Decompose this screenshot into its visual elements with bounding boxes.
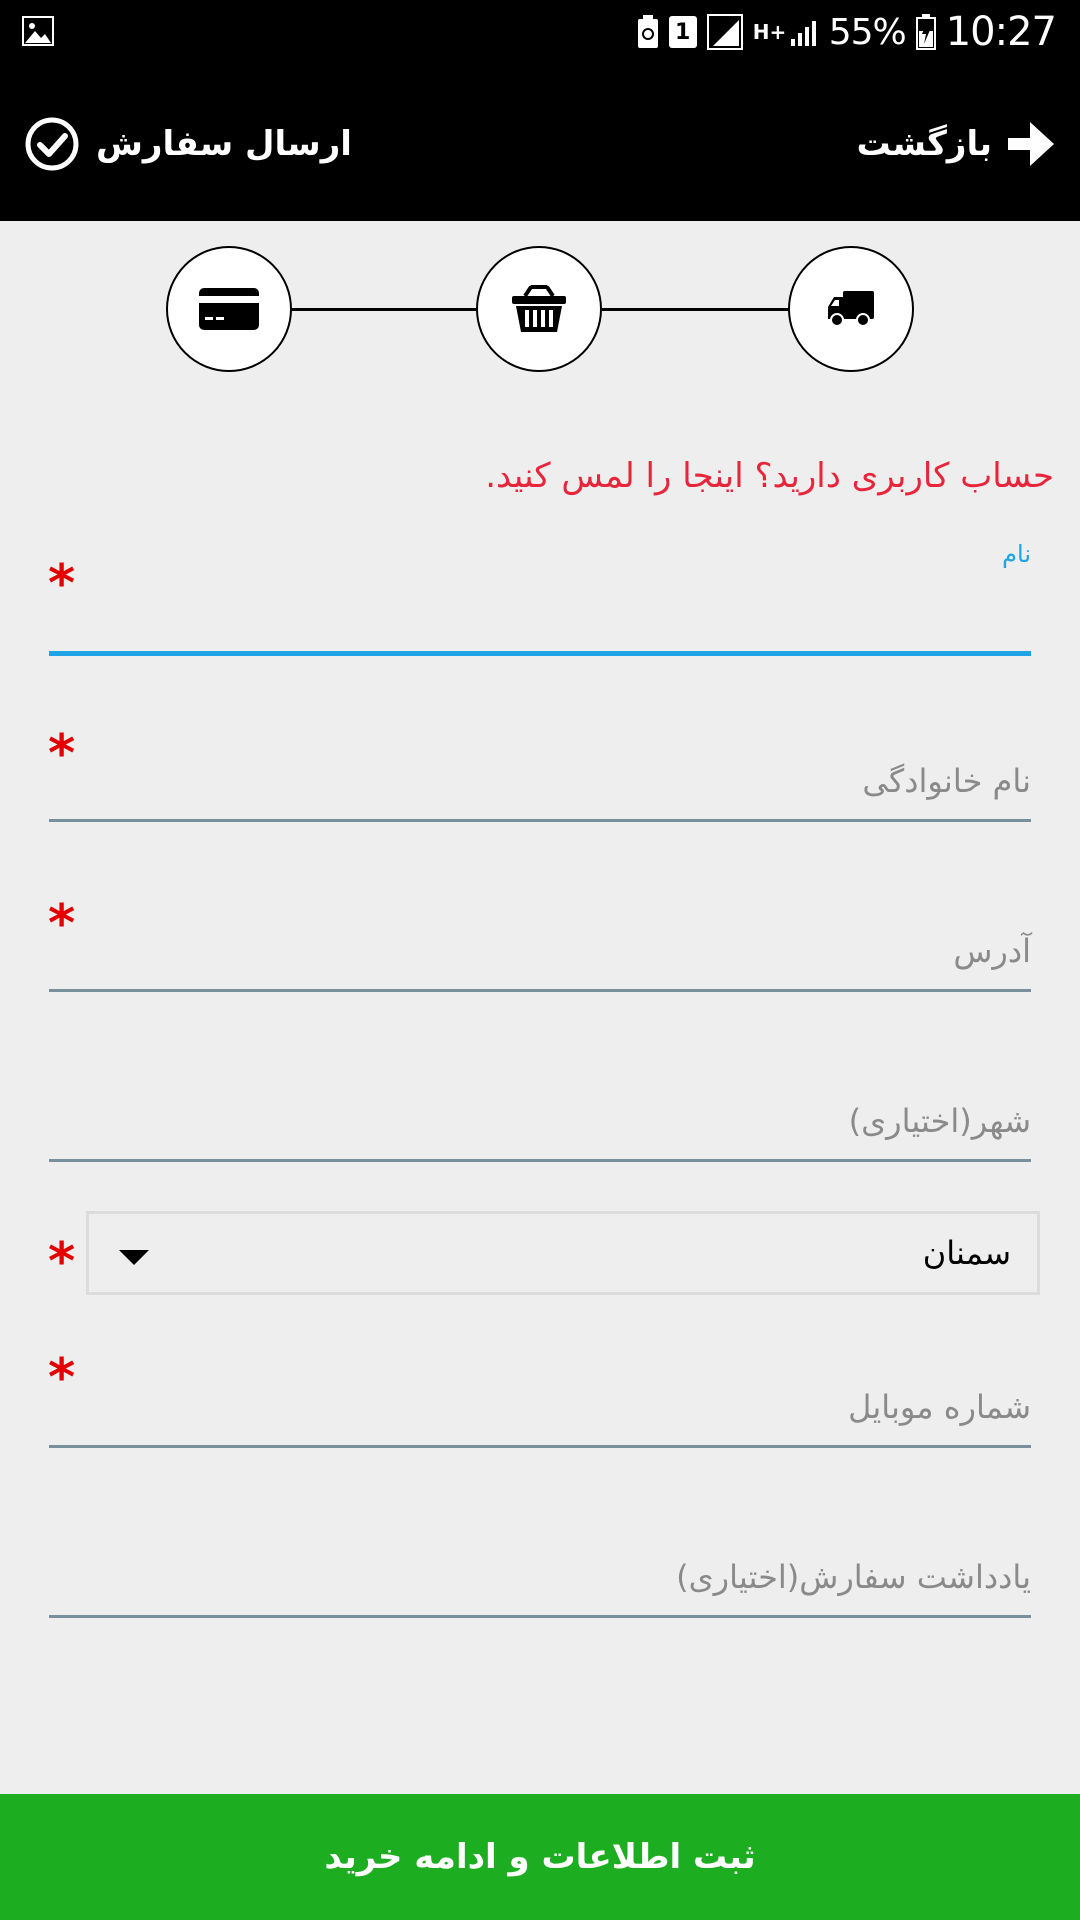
login-prompt-link[interactable]: حساب کاربری دارید؟ اینجا را لمس کنید. xyxy=(485,456,1054,496)
step-payment xyxy=(166,246,292,372)
field-underline xyxy=(49,1615,1031,1618)
submit-order-button[interactable]: ارسال سفارش xyxy=(24,114,352,174)
province-select[interactable]: سمنان xyxy=(86,1211,1040,1295)
battery-icon xyxy=(915,14,936,50)
arrow-right-icon xyxy=(1008,122,1054,166)
gallery-icon xyxy=(22,16,54,46)
step-shipping xyxy=(788,246,914,372)
back-label: بازگشت xyxy=(856,124,992,164)
last-name-field[interactable]: نام خانوادگی xyxy=(49,700,1031,822)
field-underline xyxy=(49,651,1031,656)
mobile-input[interactable] xyxy=(49,1326,1031,1448)
credit-card-icon xyxy=(199,288,259,330)
continue-purchase-label: ثبت اطلاعات و ادامه خرید xyxy=(324,1837,756,1877)
battery-saver-icon xyxy=(637,15,658,48)
step-connector xyxy=(290,308,476,311)
check-circle-icon xyxy=(25,117,79,171)
field-underline xyxy=(49,1159,1031,1162)
province-selected-value: سمنان xyxy=(922,1234,1011,1272)
order-note-field[interactable]: یادداشت سفارش(اختیاری) xyxy=(49,1496,1031,1618)
battery-percent: 55% xyxy=(828,11,907,53)
city-field[interactable]: شهر(اختیاری) xyxy=(49,1040,1031,1162)
truck-icon xyxy=(828,291,874,327)
signal-icon xyxy=(706,14,743,50)
field-underline xyxy=(49,819,1031,822)
dropdown-caret-icon xyxy=(119,1250,149,1265)
checkout-steps xyxy=(166,246,914,372)
sim-icon: 1 xyxy=(668,16,697,48)
step-connector xyxy=(602,308,790,311)
address-input[interactable] xyxy=(49,870,1031,992)
continue-purchase-button[interactable]: ثبت اطلاعات و ادامه خرید xyxy=(0,1794,1080,1920)
required-mark: * xyxy=(48,1232,76,1292)
status-bar: 1 H+ 55% 10:27 xyxy=(0,0,1080,64)
field-underline xyxy=(49,1445,1031,1448)
field-underline xyxy=(49,989,1031,992)
data-icon: H+ xyxy=(752,20,787,44)
clock: 10:27 xyxy=(945,9,1057,55)
submit-order-label: ارسال سفارش xyxy=(96,124,352,164)
signal-weak-icon xyxy=(790,21,816,46)
city-input[interactable] xyxy=(49,1040,1031,1162)
status-icons: 1 H+ 55% 10:27 xyxy=(637,8,1057,56)
back-button[interactable]: بازگشت xyxy=(857,114,1056,174)
last-name-input[interactable] xyxy=(49,700,1031,822)
step-basket xyxy=(476,246,602,372)
order-note-input[interactable] xyxy=(49,1496,1031,1618)
basket-icon xyxy=(512,285,566,332)
first-name-input[interactable] xyxy=(49,532,1031,656)
address-field[interactable]: آدرس xyxy=(49,870,1031,992)
toolbar: بازگشت ارسال سفارش xyxy=(0,64,1080,221)
first-name-field[interactable]: نام xyxy=(49,532,1031,656)
mobile-field[interactable]: شماره موبایل xyxy=(49,1326,1031,1448)
